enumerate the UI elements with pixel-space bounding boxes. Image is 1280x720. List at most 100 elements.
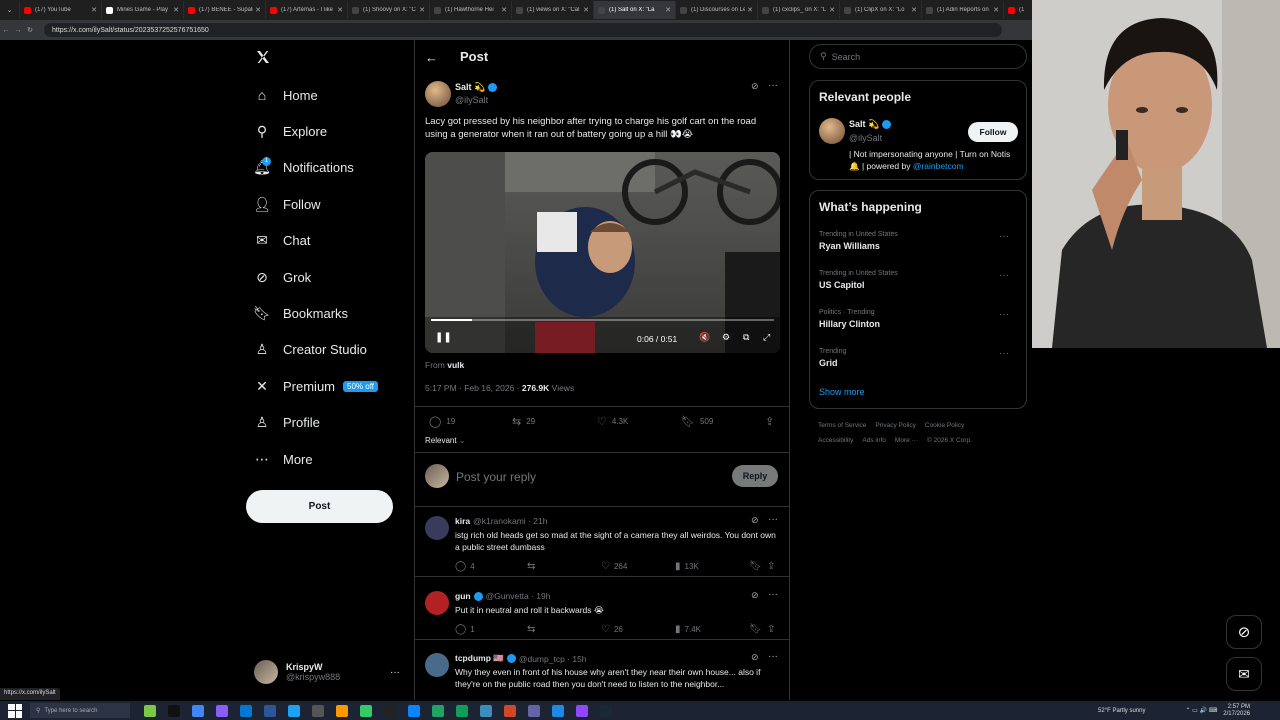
taskbar-app-icon[interactable] <box>456 704 468 717</box>
person-handle[interactable]: @ilySalt <box>849 133 882 143</box>
bio-link[interactable]: @rainbetcom <box>913 161 964 171</box>
footer-link[interactable]: More ··· <box>895 437 918 444</box>
windows-start-icon[interactable] <box>8 703 22 718</box>
avatar[interactable] <box>425 591 449 615</box>
follow-button[interactable]: Follow <box>968 122 1018 142</box>
more-icon[interactable]: ··· <box>768 80 778 91</box>
author-handle[interactable]: @ilySalt <box>455 95 488 105</box>
taskbar-app-icon[interactable] <box>600 704 612 717</box>
more-icon[interactable]: ··· <box>999 270 1009 281</box>
close-icon[interactable]: ✕ <box>583 6 589 14</box>
close-icon[interactable]: ✕ <box>993 6 999 14</box>
close-icon[interactable]: ✕ <box>419 6 425 14</box>
footer-link[interactable]: Cookie Policy <box>925 422 964 429</box>
reload-icon[interactable]: ↻ <box>24 26 36 34</box>
like-action[interactable]: ♡ 264 <box>601 561 627 572</box>
browser-tab[interactable]: (1) Discourses on Le ✕ <box>676 1 758 19</box>
reply-input[interactable]: Post your reply <box>456 470 536 484</box>
post-author[interactable]: Salt 💫 <box>455 82 498 93</box>
grok-icon[interactable]: ⊘ <box>751 515 759 526</box>
close-icon[interactable]: ✕ <box>747 6 753 14</box>
footer-link[interactable]: Ads info <box>862 437 886 444</box>
video-player[interactable]: ❚❚ 0:06 / 0:51 🔇 ⚙ ⧉ ⤢ <box>425 152 780 353</box>
reply-author[interactable]: tcpdump 🇺🇸 <box>455 653 504 664</box>
avatar[interactable] <box>425 81 451 107</box>
bookmark-icon[interactable]: 🔖︎ <box>749 624 762 635</box>
reply-handle[interactable]: @Gunvetta · 19h <box>486 591 551 601</box>
browser-tab[interactable]: (1) Salt on X: "La ✕ <box>594 1 676 19</box>
more-icon[interactable]: ··· <box>768 514 778 525</box>
browser-tab[interactable]: (1) Adin Reports on ✕ <box>922 1 1004 19</box>
reply-button[interactable]: Reply <box>732 465 778 487</box>
browser-tab[interactable]: (17) BENEE - Supali ✕ <box>184 1 266 19</box>
taskbar-app-icon[interactable] <box>312 704 324 717</box>
sidebar-item-chat[interactable]: ✉ Chat <box>254 228 310 254</box>
trend-item[interactable]: Trending Grid ··· <box>819 348 1019 368</box>
taskbar-app-icon[interactable] <box>360 704 372 717</box>
close-icon[interactable]: ✕ <box>91 6 97 14</box>
more-icon[interactable]: ··· <box>768 589 778 600</box>
fullscreen-icon[interactable]: ⤢ <box>763 332 770 343</box>
taskbar-app-icon[interactable] <box>216 704 228 717</box>
taskbar-app-icon[interactable] <box>480 704 492 717</box>
grok-icon[interactable]: ⊘ <box>751 81 759 92</box>
forward-icon[interactable]: → <box>12 27 24 34</box>
taskbar-app-icon[interactable] <box>576 704 588 717</box>
taskbar-app-icon[interactable] <box>552 704 564 717</box>
views-action[interactable]: ▮ 7.4K <box>675 624 701 635</box>
bookmark-icon[interactable]: 🔖︎ <box>749 561 762 572</box>
browser-tab[interactable]: (1) cxclips_ on X: "L ✕ <box>758 1 840 19</box>
sidebar-item-profile[interactable]: ♙ Profile <box>254 410 320 436</box>
close-icon[interactable]: ✕ <box>501 6 507 14</box>
close-icon[interactable]: ✕ <box>829 6 835 14</box>
browser-tab[interactable]: (1) Shoovy on X: "C ✕ <box>348 1 430 19</box>
browser-tab[interactable]: (1) views on X: "Cal ✕ <box>512 1 594 19</box>
taskbar-app-icon[interactable] <box>384 704 396 717</box>
more-icon[interactable]: ··· <box>999 231 1009 242</box>
more-icon[interactable]: ··· <box>999 348 1009 359</box>
browser-tab[interactable]: (17) Artemas - I like ✕ <box>266 1 348 19</box>
back-icon[interactable]: ← <box>0 27 12 34</box>
sidebar-item-follow[interactable]: 👤︎ Follow <box>253 191 320 217</box>
sidebar-item-grok[interactable]: ⊘ Grok <box>254 264 311 290</box>
tray-icons[interactable]: ⌃ ▭ 🔊 ⌨ <box>1185 707 1217 714</box>
taskbar-app-icon[interactable] <box>192 704 204 717</box>
reply-action[interactable]: ◯ 4 <box>455 561 475 572</box>
person-name[interactable]: Salt 💫 <box>849 119 892 130</box>
share-icon[interactable]: ⇪ <box>767 561 775 572</box>
grok-icon[interactable]: ⊘ <box>751 652 759 663</box>
taskbar-app-icon[interactable] <box>432 704 444 717</box>
browser-tab[interactable]: (1) ClipX on X: "Lo ✕ <box>840 1 922 19</box>
browser-tab[interactable]: (17) YouTube ✕ <box>20 1 102 19</box>
settings-icon[interactable]: ⚙ <box>722 332 730 343</box>
reply-handle[interactable]: @dump_tcp · 15h <box>519 654 587 664</box>
more-icon[interactable]: ··· <box>390 667 400 678</box>
taskbar-app-icon[interactable] <box>336 704 348 717</box>
post-button[interactable]: Post <box>246 490 393 523</box>
grok-icon[interactable]: ⊘ <box>751 590 759 601</box>
footer-link[interactable]: © 2026 X Corp. <box>927 437 972 444</box>
taskbar-app-icon[interactable] <box>240 704 252 717</box>
browser-tab[interactable]: (1✕ <box>1004 1 1032 19</box>
sidebar-item-explore[interactable]: ⚲ Explore <box>254 118 327 144</box>
timestamp[interactable]: 5:17 PM · Feb 16, 2026 · <box>425 383 520 393</box>
taskbar-app-icon[interactable] <box>264 704 276 717</box>
close-icon[interactable]: ✕ <box>665 6 671 14</box>
footer-link[interactable]: Privacy Policy <box>875 422 915 429</box>
url-input[interactable]: https://x.com/ilySalt/status/20235372525… <box>44 23 1002 37</box>
pause-icon[interactable]: ❚❚ <box>435 332 452 343</box>
back-arrow-icon[interactable]: ← <box>425 50 438 65</box>
sidebar-item-premium[interactable]: ✕ Premium 50% off <box>254 373 378 399</box>
reply-author[interactable]: kira <box>455 516 470 526</box>
pip-icon[interactable]: ⧉ <box>743 332 749 343</box>
taskbar-app-icon[interactable] <box>168 704 180 717</box>
grok-icon[interactable]: ⊘ <box>1226 615 1262 649</box>
trend-item[interactable]: Trending in United States Ryan Williams ··… <box>819 231 1019 251</box>
close-icon[interactable]: ✕ <box>255 6 261 14</box>
views-action[interactable]: ▮ 13K <box>675 561 699 572</box>
browser-tab[interactable]: Mines Game - Play ✕ <box>102 1 184 19</box>
like-action[interactable]: ♡ 4.3K <box>597 415 628 428</box>
messages-icon[interactable]: ✉ <box>1226 657 1262 691</box>
browser-tab[interactable]: (1) Hawthorne Hei ✕ <box>430 1 512 19</box>
avatar[interactable] <box>425 516 449 540</box>
